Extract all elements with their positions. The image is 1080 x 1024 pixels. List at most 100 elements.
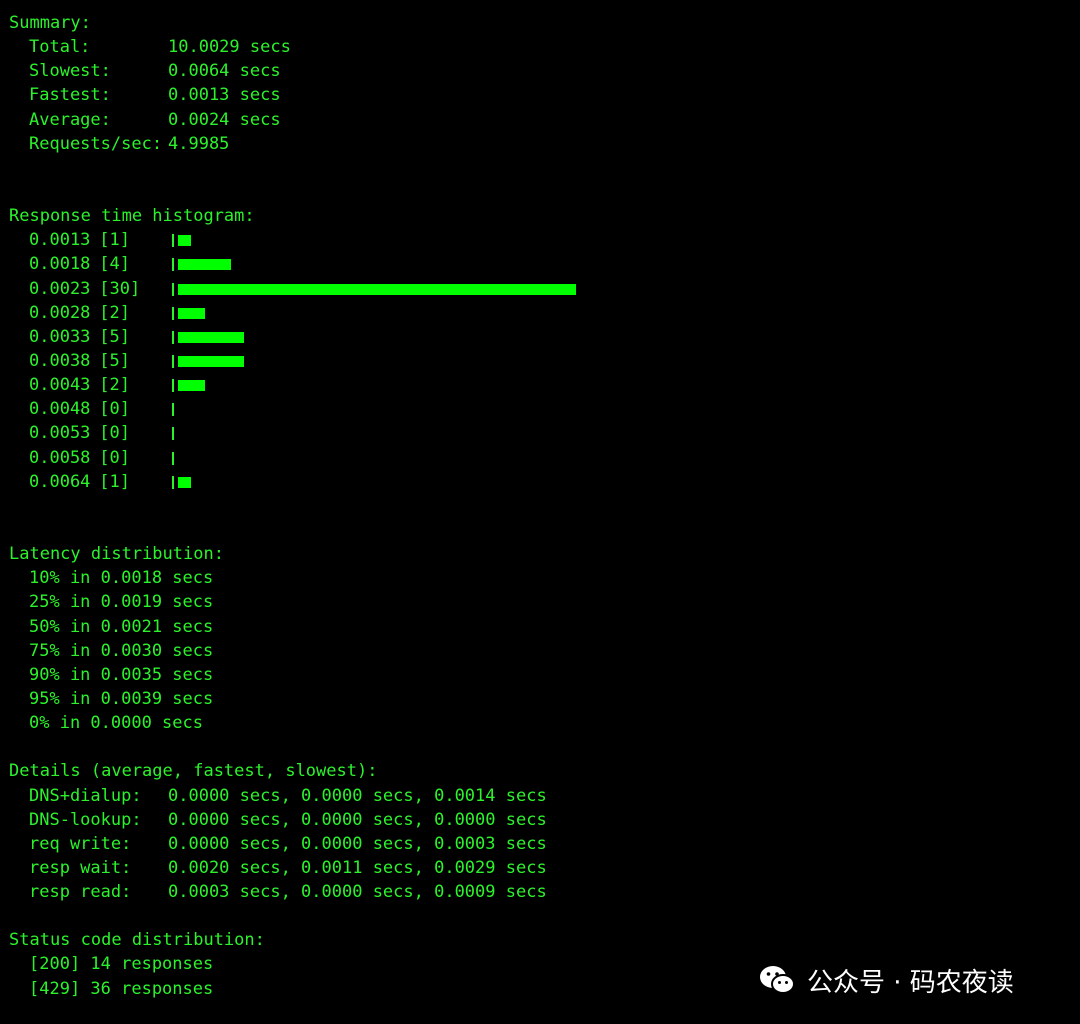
histogram-axis-tick: [172, 234, 174, 248]
histogram-count: [5]: [99, 326, 130, 347]
watermark-text: 公众号 · 码农夜读: [807, 967, 1014, 998]
histogram-row: 0.0043 [2]: [9, 373, 1069, 397]
histogram-bar: [178, 235, 191, 247]
summary-value: 0.0064 secs: [168, 61, 281, 82]
details-value: 0.0003 secs, 0.0000 secs, 0.0009 secs: [168, 882, 547, 903]
histogram-bar: [178, 476, 191, 488]
histogram-row: 0.0048 [0]: [9, 397, 1069, 421]
histogram-count: [1]: [99, 471, 130, 492]
details-value: 0.0000 secs, 0.0000 secs, 0.0003 secs: [168, 833, 547, 854]
terminal-output: Summary: Total: 10.0029 secs Slowest: 0.00…: [9, 11, 1069, 1001]
histogram-count: [0]: [99, 447, 130, 468]
summary-title: Summary:: [9, 13, 91, 33]
summary-label: Total:: [29, 37, 91, 58]
histogram-bar: [178, 355, 244, 367]
watermark: 公众号 · 码农夜读: [757, 960, 1014, 1000]
details-label: resp read:: [29, 882, 132, 903]
histogram-count: [5]: [99, 350, 130, 371]
histogram-bucket: 0.0064: [29, 471, 91, 492]
summary-value: 10.0029 secs: [168, 37, 291, 58]
histogram-row: 0.0023 [30]: [9, 277, 1069, 301]
details-label: resp wait:: [29, 857, 132, 878]
details-row-resp-wait: resp wait: 0.0020 secs, 0.0011 secs, 0.00…: [9, 856, 1069, 880]
summary-value: 4.9985: [168, 133, 230, 154]
histogram-axis-tick: [172, 403, 174, 417]
histogram: 0.0013 [1] 0.0018 [4] 0.0023 [30] 0.0028…: [9, 228, 1069, 494]
details-value: 0.0000 secs, 0.0000 secs, 0.0000 secs: [168, 809, 547, 830]
details-label: req write:: [29, 833, 132, 854]
summary-row-total: Total: 10.0029 secs: [9, 35, 1069, 59]
summary-row-fastest: Fastest: 0.0013 secs: [9, 83, 1069, 107]
latency-row: 10% in 0.0018 secs: [29, 568, 214, 589]
histogram-axis-tick: [172, 379, 174, 393]
histogram-row: 0.0058 [0]: [9, 446, 1069, 470]
histogram-row: 0.0013 [1]: [9, 228, 1069, 252]
latency-row: 95% in 0.0039 secs: [29, 688, 214, 709]
summary-row-average: Average: 0.0024 secs: [9, 108, 1069, 132]
histogram-axis-tick: [172, 306, 174, 320]
histogram-bar: [178, 331, 244, 343]
histogram-axis-tick: [172, 282, 174, 296]
histogram-bar: [178, 307, 205, 319]
histogram-axis-tick: [172, 427, 174, 441]
histogram-count: [2]: [99, 375, 130, 396]
summary-label: Fastest:: [29, 85, 111, 106]
histogram-bucket: 0.0048: [29, 399, 91, 420]
histogram-bucket: 0.0028: [29, 302, 91, 323]
histogram-bucket: 0.0038: [29, 350, 91, 371]
summary-label: Requests/sec:: [29, 133, 163, 154]
histogram-axis-tick: [172, 330, 174, 344]
histogram-row: 0.0033 [5]: [9, 325, 1069, 349]
histogram-axis-tick: [172, 451, 174, 465]
histogram-bar: [178, 380, 205, 392]
details-row-dns-dialup: DNS+dialup: 0.0000 secs, 0.0000 secs, 0.0…: [9, 784, 1069, 808]
histogram-bucket: 0.0058: [29, 447, 91, 468]
histogram-row: 0.0028 [2]: [9, 301, 1069, 325]
histogram-axis-tick: [172, 475, 174, 489]
histogram-bucket: 0.0043: [29, 375, 91, 396]
histogram-bucket: 0.0033: [29, 326, 91, 347]
histogram-bucket: 0.0053: [29, 423, 91, 444]
summary-value: 0.0013 secs: [168, 85, 281, 106]
details-row-req-write: req write: 0.0000 secs, 0.0000 secs, 0.00…: [9, 832, 1069, 856]
histogram-axis-tick: [172, 354, 174, 368]
histogram-row: 0.0018 [4]: [9, 252, 1069, 276]
histogram-row: 0.0053 [0]: [9, 421, 1069, 445]
details-value: 0.0000 secs, 0.0000 secs, 0.0014 secs: [168, 785, 547, 806]
histogram-bar: [178, 283, 576, 295]
histogram-count: [1]: [99, 230, 130, 251]
details-value: 0.0020 secs, 0.0011 secs, 0.0029 secs: [168, 857, 547, 878]
latency-row: 0% in 0.0000 secs: [29, 713, 203, 734]
latency-row: 25% in 0.0019 secs: [29, 592, 214, 613]
histogram-bucket: 0.0018: [29, 254, 91, 275]
histogram-bar: [178, 259, 231, 271]
summary-label: Average:: [29, 109, 111, 130]
histogram-count: [0]: [99, 399, 130, 420]
histogram-count: [4]: [99, 254, 130, 275]
summary-label: Slowest:: [29, 61, 111, 82]
histogram-count: [0]: [99, 423, 130, 444]
histogram-axis-tick: [172, 258, 174, 272]
wechat-icon: [760, 966, 795, 994]
details-row-resp-read: resp read: 0.0003 secs, 0.0000 secs, 0.00…: [9, 880, 1069, 904]
latency-row: 90% in 0.0035 secs: [29, 664, 214, 685]
summary-row-slowest: Slowest: 0.0064 secs: [9, 59, 1069, 83]
latency-row: 75% in 0.0030 secs: [29, 640, 214, 661]
summary-value: 0.0024 secs: [168, 109, 281, 130]
details-label: DNS+dialup:: [29, 785, 142, 806]
status-title: Status code distribution:: [9, 930, 265, 951]
histogram-title: Response time histogram:: [9, 206, 255, 227]
histogram-row: 0.0038 [5]: [9, 349, 1069, 373]
summary-row-requests-per-sec: Requests/sec: 4.9985: [9, 132, 1069, 156]
histogram-count: [2]: [99, 302, 130, 323]
details-title: Details (average, fastest, slowest):: [9, 761, 378, 782]
histogram-bucket: 0.0023: [29, 278, 91, 299]
histogram-bucket: 0.0013: [29, 230, 91, 251]
histogram-row: 0.0064 [1]: [9, 470, 1069, 494]
details-label: DNS-lookup:: [29, 809, 142, 830]
